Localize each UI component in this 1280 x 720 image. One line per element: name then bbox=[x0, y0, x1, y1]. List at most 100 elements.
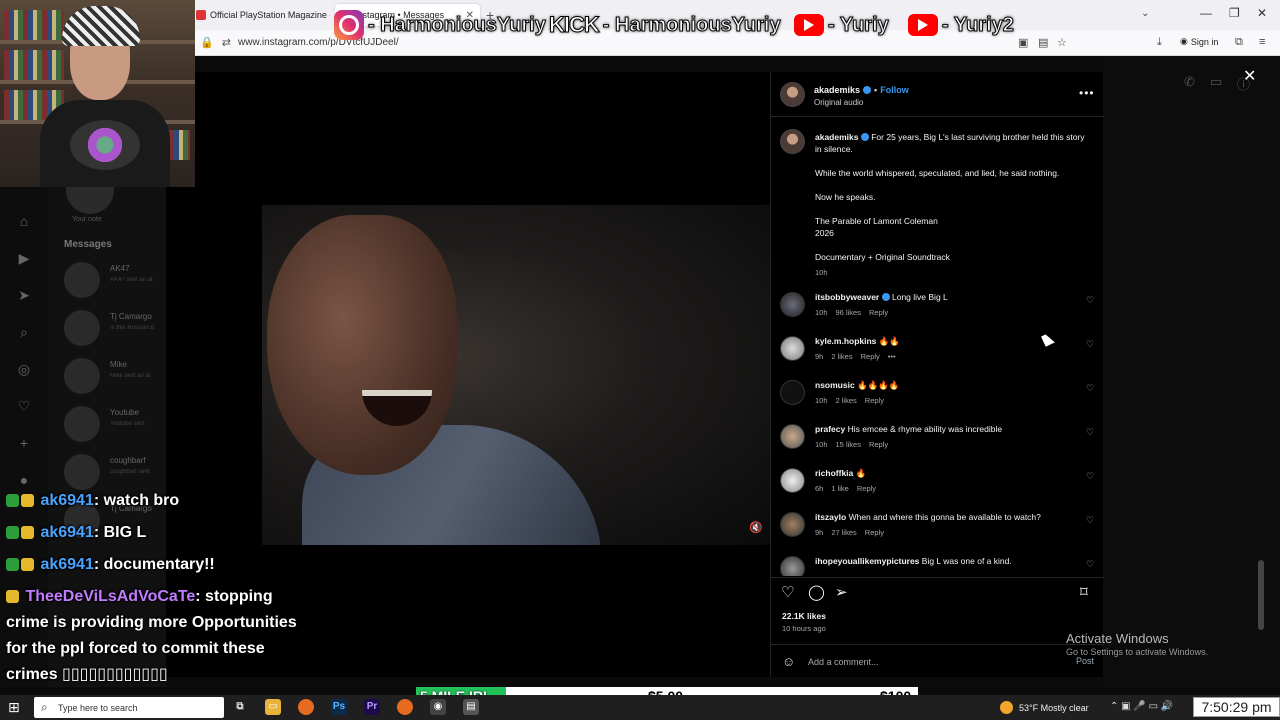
photoshop-icon[interactable]: Ps bbox=[331, 699, 347, 715]
post-panel: akademiks • Follow Original audio ••• ak… bbox=[770, 72, 1104, 677]
picture-in-picture-icon[interactable]: ▣ bbox=[1018, 36, 1028, 49]
maximize-icon[interactable]: ❐ bbox=[1229, 6, 1240, 20]
save-bookmark-icon[interactable]: ⌑ bbox=[1080, 583, 1088, 601]
your-note-label: Your note bbox=[72, 216, 102, 223]
reply-button[interactable]: Reply bbox=[865, 528, 884, 537]
more-options-icon[interactable]: ••• bbox=[1079, 86, 1095, 100]
permissions-icon[interactable]: ⇄ bbox=[222, 36, 231, 49]
post-header: akademiks • Follow bbox=[814, 85, 909, 95]
minimize-icon[interactable]: — bbox=[1200, 6, 1212, 20]
author-avatar[interactable] bbox=[780, 82, 805, 107]
reader-view-icon[interactable]: ▤ bbox=[1038, 36, 1048, 49]
youtube-icon bbox=[908, 14, 938, 36]
search-icon[interactable]: ⌕ bbox=[16, 324, 32, 340]
social-instagram: - HarmoniousYuriy bbox=[334, 10, 546, 40]
reply-button[interactable]: Reply bbox=[869, 308, 888, 317]
comment-item: itszaylo When and where this gonna be av… bbox=[771, 512, 1104, 552]
page-scrollbar[interactable] bbox=[1258, 560, 1264, 630]
follow-button[interactable]: Follow bbox=[880, 85, 909, 95]
like-comment-heart-icon[interactable]: ♡ bbox=[1086, 559, 1094, 570]
mute-icon[interactable]: 🔇 bbox=[749, 521, 763, 534]
task-view-icon[interactable]: ⧉ bbox=[232, 699, 248, 715]
firefox-active-icon[interactable] bbox=[397, 699, 413, 715]
conversation-item[interactable]: AK47 AK47 sent an at bbox=[64, 260, 164, 300]
avatar bbox=[64, 262, 100, 298]
downloads-icon[interactable]: ⤓ bbox=[1157, 36, 1162, 49]
crown-badge-icon bbox=[21, 526, 34, 539]
conversation-item[interactable]: Mike Mike sent an at bbox=[64, 356, 164, 396]
tab-playstation[interactable]: Official PlayStation Magazine - ✕ bbox=[190, 4, 330, 26]
activate-windows-title: Activate Windows bbox=[1066, 631, 1169, 646]
notifications-heart-icon[interactable]: ♡ bbox=[16, 398, 32, 414]
reply-button[interactable]: Reply bbox=[869, 440, 888, 449]
comment-item: ihopeyouallikemypictures Big L was one o… bbox=[771, 556, 1104, 576]
like-comment-heart-icon[interactable]: ♡ bbox=[1086, 295, 1094, 306]
firefox-icon[interactable] bbox=[298, 699, 314, 715]
home-icon[interactable]: ⌂ bbox=[16, 213, 32, 229]
weather-widget[interactable]: 53°F Mostly clear bbox=[1000, 701, 1089, 714]
like-comment-heart-icon[interactable]: ♡ bbox=[1086, 427, 1094, 438]
like-comment-heart-icon[interactable]: ♡ bbox=[1086, 383, 1094, 394]
caption-author[interactable]: akademiks bbox=[815, 132, 858, 142]
original-audio-link[interactable]: Original audio bbox=[814, 98, 863, 107]
comment-item: prafecy His emcee & rhyme ability was in… bbox=[771, 424, 1104, 464]
post-comment-button[interactable]: Post bbox=[1076, 656, 1094, 666]
conversation-item[interactable]: Tj Camargo Is this Russian d bbox=[64, 308, 164, 348]
close-post-icon[interactable]: ✕ bbox=[1243, 66, 1256, 86]
system-tray[interactable]: ⌃ ▣ 🎤 ▭ 🔊 bbox=[1110, 701, 1173, 712]
caption-avatar[interactable] bbox=[780, 129, 805, 154]
obs-icon[interactable]: ◉ bbox=[430, 699, 446, 715]
explore-icon[interactable]: ◎ bbox=[16, 361, 32, 377]
chat-message: TheeDeViLsAdVoCaTe: stopping crime is pr… bbox=[6, 588, 297, 683]
likes-count[interactable]: 22.1K likes bbox=[782, 611, 826, 621]
share-icon[interactable]: ➢ bbox=[835, 583, 848, 601]
like-heart-icon[interactable]: ♡ bbox=[781, 583, 794, 601]
profile-icon[interactable]: ● bbox=[16, 472, 32, 488]
premiere-icon[interactable]: Pr bbox=[364, 699, 380, 715]
sign-in-button[interactable]: ◉ Sign in bbox=[1180, 36, 1218, 47]
reply-button[interactable]: Reply bbox=[865, 396, 884, 405]
kick-logo: KICK bbox=[549, 12, 601, 38]
create-icon[interactable]: + bbox=[16, 435, 32, 451]
conversation-item[interactable]: Youtube Youtube sent bbox=[64, 404, 164, 444]
comment-options-icon[interactable]: ••• bbox=[888, 352, 896, 361]
comment-bubble-icon[interactable]: ◯ bbox=[808, 583, 825, 601]
list-tabs-icon[interactable]: ⌄ bbox=[1141, 8, 1149, 19]
account-icon: ◉ bbox=[1180, 36, 1188, 46]
lock-icon[interactable]: 🔒 bbox=[200, 36, 214, 49]
conversation-item[interactable]: coughbarf coughbarf sent bbox=[64, 452, 164, 492]
add-comment-input[interactable] bbox=[808, 655, 1048, 669]
avatar[interactable] bbox=[780, 380, 805, 405]
add-comment-bar: ☺ Post bbox=[771, 647, 1104, 677]
avatar[interactable] bbox=[780, 292, 805, 317]
screen: Official PlayStation Magazine - ✕ Instag… bbox=[0, 0, 1280, 720]
reply-button[interactable]: Reply bbox=[857, 484, 876, 493]
menu-icon[interactable]: ≡ bbox=[1259, 36, 1265, 48]
reply-button[interactable]: Reply bbox=[861, 352, 880, 361]
extensions-icon[interactable]: ⧉ bbox=[1235, 36, 1243, 49]
verified-badge-icon bbox=[863, 86, 872, 94]
avatar bbox=[64, 454, 100, 490]
avatar[interactable] bbox=[780, 336, 805, 361]
close-window-icon[interactable]: ✕ bbox=[1257, 6, 1267, 20]
author-name[interactable]: akademiks bbox=[814, 85, 860, 95]
avatar[interactable] bbox=[780, 556, 805, 576]
app-icon[interactable]: ▤ bbox=[463, 699, 479, 715]
bookmark-star-icon[interactable]: ☆ bbox=[1057, 36, 1067, 49]
taskbar-search-input[interactable]: Type here to search bbox=[34, 697, 224, 718]
windows-start-icon[interactable]: ⊞ bbox=[8, 699, 20, 716]
avatar[interactable] bbox=[780, 468, 805, 493]
webcam-overlay bbox=[0, 0, 195, 187]
avatar[interactable] bbox=[780, 424, 805, 449]
avatar[interactable] bbox=[780, 512, 805, 537]
file-explorer-icon[interactable]: ▭ bbox=[265, 699, 281, 715]
emoji-icon[interactable]: ☺ bbox=[782, 654, 795, 669]
reels-icon[interactable]: ▶ bbox=[16, 250, 32, 266]
caption-line-5: 2026 bbox=[815, 228, 834, 238]
avatar bbox=[64, 310, 100, 346]
verified-badge-icon bbox=[860, 133, 869, 141]
direct-icon[interactable]: ➤ bbox=[16, 287, 32, 303]
like-comment-heart-icon[interactable]: ♡ bbox=[1086, 339, 1094, 350]
like-comment-heart-icon[interactable]: ♡ bbox=[1086, 471, 1094, 482]
like-comment-heart-icon[interactable]: ♡ bbox=[1086, 515, 1094, 526]
